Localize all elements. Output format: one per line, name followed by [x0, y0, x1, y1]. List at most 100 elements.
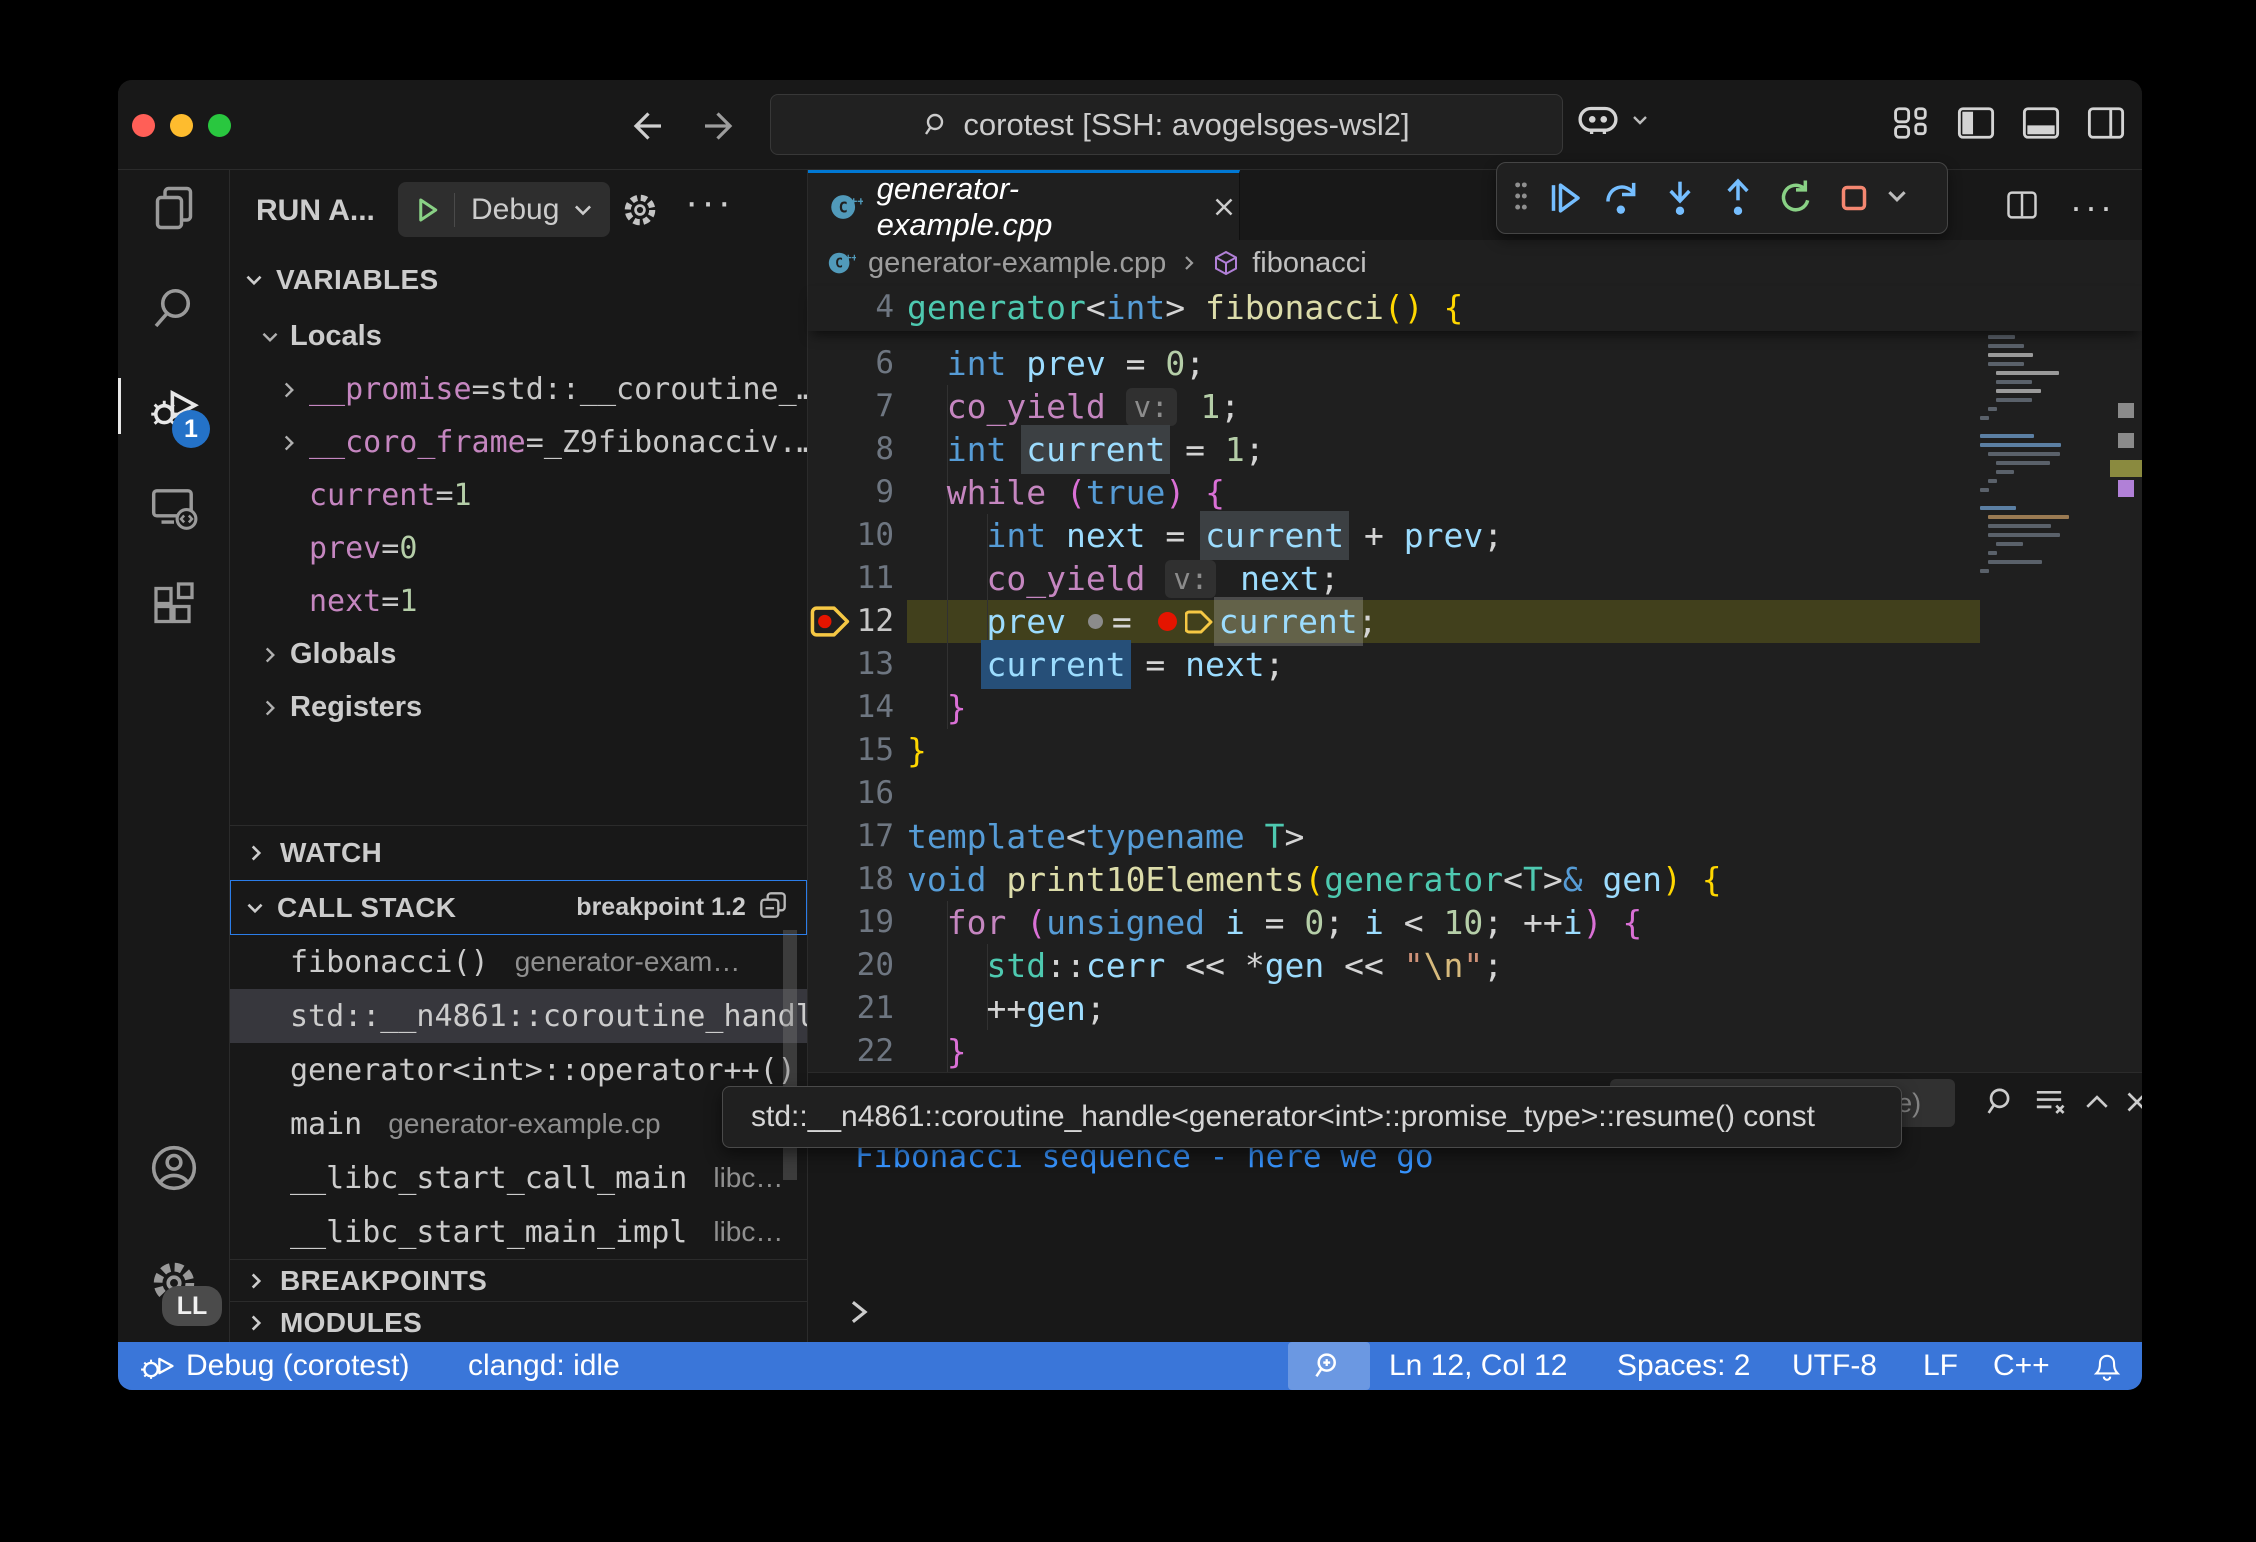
line-number[interactable]: 19: [808, 901, 894, 944]
views-more-actions-icon[interactable]: ···: [685, 180, 734, 225]
code-line-7[interactable]: 7 co_yield v: 1;: [808, 385, 2142, 428]
callstack-frame[interactable]: fibonacci()generator-exam…: [230, 935, 807, 989]
code-line-10[interactable]: 10 int next = current + prev;: [808, 514, 2142, 557]
sticky-scroll-line[interactable]: 4generator<int> fibonacci() {: [808, 286, 2142, 331]
chevron-right-icon[interactable]: [277, 431, 301, 455]
code-line-content[interactable]: while (true) {: [907, 471, 1225, 514]
variable-prev[interactable]: prev = 0: [230, 522, 807, 575]
code-line-content[interactable]: ++gen;: [907, 987, 1106, 1030]
variable-__promise[interactable]: __promise = std::__coroutine_…: [230, 363, 807, 416]
code-line-content[interactable]: }: [907, 686, 967, 729]
toggle-panel-icon[interactable]: [2022, 104, 2060, 147]
inline-breakpoint-icon[interactable]: [1158, 612, 1177, 631]
tree-group-locals[interactable]: Locals: [230, 310, 807, 363]
code-line-content[interactable]: int next = current + prev;: [907, 514, 1503, 557]
code-area[interactable]: 6 int prev = 0;7 co_yield v: 1;8 int cur…: [808, 286, 2142, 1072]
status-encoding[interactable]: UTF-8: [1792, 1342, 1877, 1390]
chevron-right-icon[interactable]: [258, 696, 282, 720]
callstack-frame[interactable]: generator<int>::operator++(): [230, 1043, 807, 1097]
launch-config-gear-icon[interactable]: [620, 190, 660, 235]
status-eol[interactable]: LF: [1923, 1342, 1958, 1390]
code-line-18[interactable]: 18void print10Elements(generator<T>& gen…: [808, 858, 2142, 901]
step-over-icon[interactable]: [1593, 170, 1651, 226]
breadcrumb[interactable]: C++ generator-example.cpp fibonacci: [808, 240, 2142, 286]
status-zoom-button[interactable]: [1288, 1342, 1370, 1390]
variable-__coro_frame[interactable]: __coro_frame = _Z9fibonacciv.…: [230, 416, 807, 469]
close-panel-icon[interactable]: [2120, 1085, 2142, 1119]
line-number[interactable]: 10: [808, 514, 894, 557]
notifications-bell-icon[interactable]: [2090, 1342, 2124, 1390]
toolbar-drag-handle[interactable]: [1513, 176, 1529, 221]
continue-icon[interactable]: [1535, 170, 1593, 226]
code-line-content[interactable]: current = next;: [907, 643, 1285, 686]
line-number[interactable]: 11: [808, 557, 894, 600]
chevron-down-icon[interactable]: [258, 325, 282, 349]
line-number[interactable]: 12: [808, 600, 894, 643]
status-cursor-position[interactable]: Ln 12, Col 12: [1389, 1342, 1567, 1390]
stop-icon[interactable]: [1825, 170, 1883, 226]
code-line-content[interactable]: int current = 1;: [907, 428, 1265, 471]
remote-explorer-icon[interactable]: [146, 480, 202, 536]
modules-section-header[interactable]: MODULES: [230, 1301, 807, 1342]
console-prompt-icon[interactable]: [844, 1295, 874, 1329]
callstack-section-header[interactable]: CALL STACK breakpoint 1.2: [230, 880, 807, 935]
open-stack-view-icon[interactable]: [756, 888, 790, 927]
breadcrumb-file[interactable]: generator-example.cpp: [868, 247, 1166, 280]
toggle-primary-sidebar-icon[interactable]: [1957, 104, 1995, 147]
code-line-content[interactable]: }: [907, 1030, 967, 1072]
line-number[interactable]: 7: [808, 385, 894, 428]
code-line-17[interactable]: 17template<typename T>: [808, 815, 2142, 858]
status-clangd[interactable]: clangd: idle: [468, 1342, 620, 1390]
explorer-icon[interactable]: [146, 180, 202, 236]
editor-more-actions-icon[interactable]: ···: [2070, 186, 2115, 228]
code-line-content[interactable]: co_yield v: next;: [907, 557, 1339, 600]
watch-section-header[interactable]: WATCH: [230, 825, 807, 880]
tab-close-icon[interactable]: [1209, 192, 1239, 222]
line-number[interactable]: 22: [808, 1030, 894, 1072]
status-debug-item[interactable]: Debug (corotest): [138, 1342, 409, 1390]
callstack-frame[interactable]: std::__n4861::coroutine_handle<g: [230, 989, 807, 1043]
account-icon[interactable]: [146, 1140, 202, 1196]
callstack-frame[interactable]: maingenerator-example.cp: [230, 1097, 807, 1151]
code-line-19[interactable]: 19 for (unsigned i = 0; i < 10; ++i) {: [808, 901, 2142, 944]
code-line-21[interactable]: 21 ++gen;: [808, 987, 2142, 1030]
tree-group-registers[interactable]: Registers: [230, 681, 807, 734]
code-line-content[interactable]: for (unsigned i = 0; i < 10; ++i) {: [907, 901, 1642, 944]
maximize-panel-icon[interactable]: [2080, 1085, 2114, 1119]
copilot-menu[interactable]: [1575, 102, 1651, 138]
line-number[interactable]: 16: [808, 772, 894, 815]
breadcrumb-symbol[interactable]: fibonacci: [1252, 247, 1366, 280]
line-number[interactable]: 15: [808, 729, 894, 772]
code-line-9[interactable]: 9 while (true) {: [808, 471, 2142, 514]
inline-breakpoint-candidate-icon[interactable]: [1088, 614, 1103, 629]
minimize-window-button[interactable]: [170, 114, 193, 137]
code-line-15[interactable]: 15}: [808, 729, 2142, 772]
start-debug-icon[interactable]: [412, 195, 442, 225]
code-line-12[interactable]: 12 prev = current;: [808, 600, 2142, 643]
restart-icon[interactable]: [1767, 170, 1825, 226]
step-out-icon[interactable]: [1709, 170, 1767, 226]
code-line-content[interactable]: }: [907, 729, 927, 772]
toggle-secondary-sidebar-icon[interactable]: [2087, 104, 2125, 147]
breakpoints-section-header[interactable]: BREAKPOINTS: [230, 1259, 807, 1301]
search-icon[interactable]: [146, 280, 202, 336]
code-line-11[interactable]: 11 co_yield v: next;: [808, 557, 2142, 600]
line-number[interactable]: 20: [808, 944, 894, 987]
code-line-16[interactable]: 16: [808, 772, 2142, 815]
code-line-8[interactable]: 8 int current = 1;: [808, 428, 2142, 471]
debug-launch-dropdown[interactable]: Debug: [398, 182, 610, 237]
line-number[interactable]: 14: [808, 686, 894, 729]
status-indentation[interactable]: Spaces: 2: [1617, 1342, 1750, 1390]
code-line-22[interactable]: 22 }: [808, 1030, 2142, 1072]
close-window-button[interactable]: [132, 114, 155, 137]
code-line-content[interactable]: prev = current;: [907, 600, 1378, 643]
code-line-content[interactable]: int prev = 0;: [907, 342, 1205, 385]
navigate-forward-icon[interactable]: [700, 106, 740, 151]
code-line-content[interactable]: void print10Elements(generator<T>& gen) …: [907, 858, 1722, 901]
code-line-content[interactable]: std::cerr << *gen << "\n";: [907, 944, 1503, 987]
code-line-14[interactable]: 14 }: [808, 686, 2142, 729]
clear-console-icon[interactable]: [2032, 1085, 2066, 1119]
code-line-content[interactable]: co_yield v: 1;: [907, 385, 1240, 428]
chevron-right-icon[interactable]: [258, 643, 282, 667]
line-number[interactable]: 21: [808, 987, 894, 1030]
